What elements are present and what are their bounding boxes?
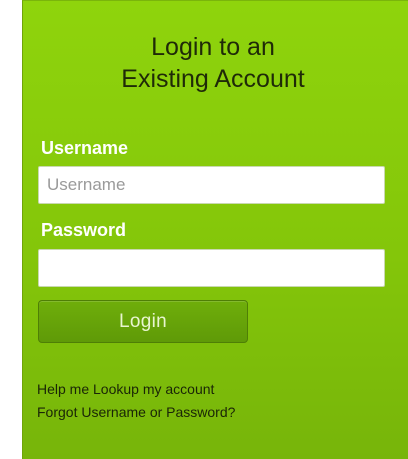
username-label: Username	[41, 138, 129, 158]
title-line-1: Login to an	[151, 33, 275, 61]
forgot-credentials-link[interactable]: Forgot Username or Password?	[37, 404, 235, 420]
title-line-2: Existing Account	[121, 65, 305, 93]
password-input[interactable]	[38, 249, 385, 287]
password-label: Password	[41, 220, 127, 240]
login-panel: Login to an Existing Account Username Pa…	[22, 0, 408, 459]
help-lookup-account-link[interactable]: Help me Lookup my account	[37, 381, 214, 397]
login-button[interactable]: Login	[38, 300, 248, 343]
panel-title: Login to an Existing Account	[23, 31, 403, 95]
username-input[interactable]	[38, 166, 385, 204]
